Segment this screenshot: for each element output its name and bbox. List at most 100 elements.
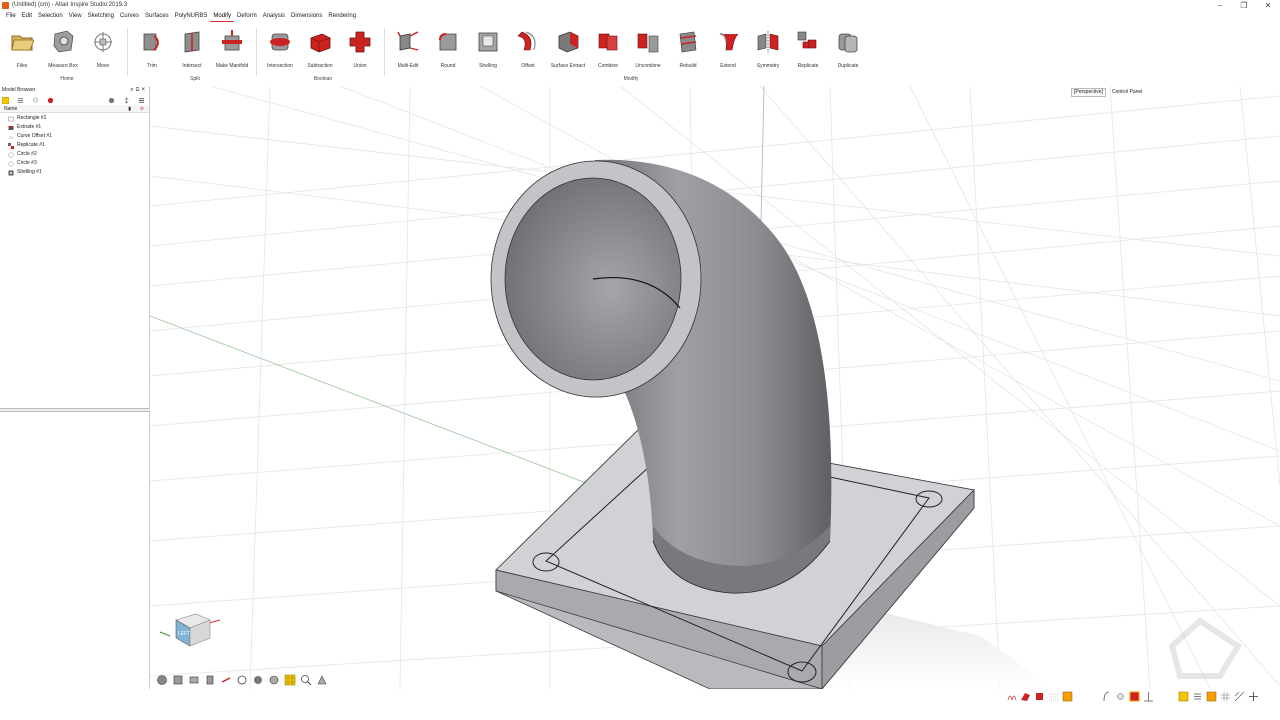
model-browser-controls: ⌕⊡× bbox=[130, 86, 147, 95]
display-grid-icon[interactable] bbox=[1178, 691, 1189, 702]
select-parts-icon[interactable] bbox=[1062, 691, 1073, 702]
projection-mode-button[interactable]: [Perspective] bbox=[1071, 88, 1106, 97]
3d-viewport[interactable]: [Perspective] Control Panel LEFT bbox=[150, 86, 1280, 689]
snap-point-icon[interactable] bbox=[1115, 691, 1126, 702]
lightbulb-icon[interactable] bbox=[32, 97, 39, 104]
sphere-icon[interactable] bbox=[108, 97, 115, 104]
zoom-icon[interactable] bbox=[300, 674, 312, 686]
snap-curve-icon[interactable] bbox=[1101, 691, 1112, 702]
menu-selection[interactable]: Selection bbox=[35, 11, 66, 22]
filter-icon[interactable] bbox=[2, 96, 9, 104]
model-browser-panel: Model Browser ⌕⊡× Name ▮ ⊘ Rectangle #1 bbox=[0, 86, 150, 689]
zoom-fit-icon[interactable] bbox=[252, 674, 264, 686]
uncombine-button[interactable]: Uncombine bbox=[626, 26, 670, 74]
tree-item[interactable]: Extrude #1 bbox=[8, 123, 149, 132]
ribbon-separator bbox=[384, 28, 385, 76]
menu-modify[interactable]: Modify bbox=[210, 11, 235, 22]
model-tree: Rectangle #1 Extrude #1 Curve Offset #1 … bbox=[0, 113, 149, 177]
symmetry-button[interactable]: Symmetry bbox=[746, 26, 790, 74]
trim-button[interactable]: Trim bbox=[130, 26, 174, 74]
control-panel-button[interactable]: Control Panel bbox=[1112, 89, 1142, 96]
files-button[interactable]: Files bbox=[0, 26, 44, 74]
shelling-button[interactable]: Shelling bbox=[466, 26, 510, 74]
tree-item[interactable]: Circle #3 bbox=[8, 159, 149, 168]
layers-icon[interactable] bbox=[17, 97, 24, 104]
group-label-modify: Modify bbox=[623, 76, 639, 82]
measure-box-button[interactable]: Measure Box bbox=[41, 26, 85, 74]
offset-button[interactable]: Offset bbox=[506, 26, 550, 74]
visibility-column-icon[interactable]: ▮ bbox=[128, 105, 131, 113]
close-button[interactable]: ✕ bbox=[1256, 0, 1280, 11]
select-points-icon[interactable] bbox=[1048, 691, 1059, 702]
menu-deform[interactable]: Deform bbox=[234, 11, 260, 22]
view-side-icon[interactable] bbox=[204, 674, 216, 686]
tree-item[interactable]: Replicate #1 bbox=[8, 141, 149, 150]
display-shadow-icon[interactable] bbox=[1234, 691, 1245, 702]
circle-sketch-icon bbox=[8, 160, 14, 167]
menu-file[interactable]: File bbox=[3, 11, 19, 22]
surface-extract-button[interactable]: Surface Extract bbox=[546, 26, 590, 74]
display-highlight-icon[interactable] bbox=[1206, 691, 1217, 702]
duplicate-button[interactable]: Duplicate bbox=[826, 26, 870, 74]
sort-icon[interactable] bbox=[123, 97, 130, 104]
pan-icon[interactable] bbox=[220, 674, 232, 686]
name-column-header[interactable]: Name ▮ ⊘ bbox=[0, 105, 149, 113]
subtraction-button[interactable]: Subtraction bbox=[298, 26, 342, 74]
display-list-icon[interactable] bbox=[1192, 691, 1203, 702]
view-front-icon[interactable] bbox=[172, 674, 184, 686]
menu-sketching[interactable]: Sketching bbox=[85, 11, 117, 22]
extend-icon bbox=[719, 33, 739, 51]
select-curves-icon[interactable] bbox=[1006, 691, 1017, 702]
minimize-button[interactable]: – bbox=[1208, 0, 1232, 11]
move-button[interactable]: Move bbox=[81, 26, 125, 74]
snap-axis-icon[interactable] bbox=[1143, 691, 1154, 702]
tree-item[interactable]: Rectangle #1 bbox=[8, 114, 149, 123]
grid-icon[interactable] bbox=[284, 674, 296, 686]
title-bar: (Untitled) (cm) - Altair Inspire Studio … bbox=[0, 0, 1280, 11]
menu-surfaces[interactable]: Surfaces bbox=[142, 11, 172, 22]
ribbon-separator bbox=[256, 28, 257, 76]
menu-analysis[interactable]: Analysis bbox=[260, 11, 288, 22]
intersection-button[interactable]: Intersection bbox=[258, 26, 302, 74]
menu-view[interactable]: View bbox=[66, 11, 85, 22]
multi-edit-button[interactable]: Multi-Edit bbox=[386, 26, 430, 74]
combine-button[interactable]: Combine bbox=[586, 26, 630, 74]
section-icon[interactable] bbox=[268, 674, 280, 686]
close-icon[interactable]: × bbox=[141, 87, 147, 93]
panel-splitter[interactable] bbox=[0, 408, 150, 412]
round-button[interactable]: Round bbox=[426, 26, 470, 74]
view-shading-icon[interactable] bbox=[156, 674, 168, 686]
make-manifold-button[interactable]: Make Manifold bbox=[210, 26, 254, 74]
rebuild-icon bbox=[679, 31, 697, 53]
tree-item[interactable]: Curve Offset #1 bbox=[8, 132, 149, 141]
viewport-toolbar bbox=[156, 674, 328, 686]
render-icon[interactable] bbox=[316, 674, 328, 686]
replicate-button[interactable]: Replicate bbox=[786, 26, 830, 74]
menu-rendering[interactable]: Rendering bbox=[325, 11, 359, 22]
rotate-icon[interactable] bbox=[236, 674, 248, 686]
menu-edit[interactable]: Edit bbox=[19, 11, 35, 22]
select-solids-icon[interactable] bbox=[1034, 691, 1045, 702]
tree-item[interactable]: Shelling #1 bbox=[8, 168, 149, 177]
material-icon[interactable] bbox=[47, 97, 54, 104]
rebuild-button[interactable]: Rebuild bbox=[666, 26, 710, 74]
tree-item[interactable]: Circle #2 bbox=[8, 150, 149, 159]
isolate-column-icon[interactable]: ⊘ bbox=[140, 105, 144, 113]
folder-icon bbox=[11, 35, 34, 51]
display-mesh-icon[interactable] bbox=[1220, 691, 1231, 702]
restore-button[interactable]: ❐ bbox=[1232, 0, 1256, 11]
view-cube[interactable]: LEFT bbox=[158, 606, 228, 656]
menu-polynurbs[interactable]: PolyNURBS bbox=[172, 11, 211, 22]
display-move-icon[interactable] bbox=[1248, 691, 1259, 702]
view-cube-graphic[interactable] bbox=[158, 606, 228, 656]
extend-button[interactable]: Extend bbox=[706, 26, 750, 74]
intersect-button[interactable]: Intersect bbox=[170, 26, 214, 74]
union-button[interactable]: Union bbox=[338, 26, 382, 74]
menu-curves[interactable]: Curves bbox=[117, 11, 142, 22]
menu-dimensions[interactable]: Dimensions bbox=[288, 11, 325, 22]
list-icon[interactable] bbox=[138, 97, 145, 104]
view-top-icon[interactable] bbox=[188, 674, 200, 686]
snap-face-icon[interactable] bbox=[1129, 691, 1140, 702]
select-faces-icon[interactable] bbox=[1020, 691, 1031, 702]
scene-canvas[interactable] bbox=[150, 86, 1280, 689]
